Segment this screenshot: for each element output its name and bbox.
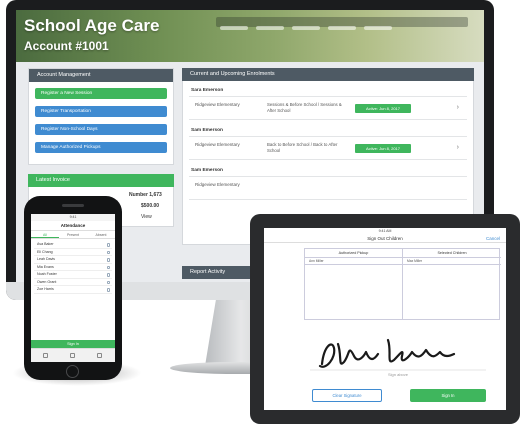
- list-item-label: Leah Davis: [37, 257, 55, 261]
- status-badge: Active: Jun 8, 2017: [355, 144, 411, 153]
- enrolment-row[interactable]: Ridgeview Elementary Back to Before Scho…: [189, 136, 467, 160]
- register-session-button[interactable]: Register a New Session: [35, 88, 167, 99]
- list-item[interactable]: Zoe Harris: [34, 286, 112, 294]
- list-item[interactable]: Eli Chang: [34, 249, 112, 256]
- child-name: Sam Emerson: [191, 128, 223, 133]
- manage-pickups-button[interactable]: Manage Authorized Pickups: [35, 142, 167, 153]
- column-header: Selected Children: [403, 249, 501, 258]
- nav-link[interactable]: [364, 26, 392, 30]
- table-cell[interactable]: Max Miller: [403, 258, 501, 265]
- tab-all[interactable]: All: [31, 231, 59, 238]
- phone-tabs: All Present Absent: [31, 231, 115, 239]
- tablet: 9:41 AM Sign Out Children Cancel Authori…: [250, 214, 520, 424]
- signature-caption: Sign above: [388, 372, 409, 377]
- schedule-text: Sessions & Before School / Sessions & Af…: [267, 102, 342, 113]
- phone-sign-in-button[interactable]: Sign In: [31, 340, 115, 348]
- list-item-label: Mia Evans: [37, 264, 54, 269]
- checkbox-icon[interactable]: [106, 250, 110, 254]
- hero-banner: School Age Care Account #1001: [16, 10, 484, 62]
- tab-absent[interactable]: Absent: [87, 231, 115, 238]
- phone-list: Ava Baker Eli Chang Leah Davis Mia Evans…: [31, 239, 115, 296]
- smartphone: 9:41 Attendance All Present Absent Ava B…: [24, 196, 122, 380]
- list-item[interactable]: Leah Davis: [34, 256, 112, 264]
- column-header: Authorized Pickup: [305, 249, 402, 258]
- checkbox-icon[interactable]: [106, 258, 110, 262]
- phone-status-bar: 9:41: [31, 214, 115, 221]
- chevron-right-icon[interactable]: ›: [457, 144, 459, 151]
- nav-link[interactable]: [328, 26, 356, 30]
- school-name: Ridgeview Elementary: [195, 182, 240, 187]
- checkbox-icon[interactable]: [106, 265, 110, 269]
- list-item[interactable]: Mia Evans: [34, 264, 112, 271]
- chevron-right-icon[interactable]: ›: [457, 104, 459, 111]
- tablet-screen: 9:41 AM Sign Out Children Cancel Authori…: [264, 228, 506, 410]
- enrolment-row[interactable]: Ridgeview Elementary Sessions & Before S…: [189, 96, 467, 120]
- sign-in-button[interactable]: Sign In: [410, 389, 486, 402]
- school-name: Ridgeview Elementary: [195, 142, 240, 147]
- schedule-text: Back to Before School / Back to After Sc…: [267, 142, 338, 153]
- list-item-label: Ava Baker: [37, 242, 54, 246]
- table-cell[interactable]: Ann Miller: [305, 258, 402, 265]
- nav-link[interactable]: [292, 26, 320, 30]
- checkbox-icon[interactable]: [106, 273, 110, 277]
- nav-link[interactable]: [256, 26, 284, 30]
- top-nav-bar: [216, 17, 468, 30]
- phone-title: Attendance: [31, 221, 115, 231]
- account-number: Account #1001: [24, 39, 109, 53]
- enrolments-heading: Current and Upcoming Enrolments: [182, 68, 474, 81]
- signature-stroke: [318, 338, 456, 368]
- tablet-title: Sign Out Children: [367, 236, 403, 241]
- pickup-table: Authorized Pickup Ann Miller Selected Ch…: [304, 248, 501, 320]
- list-item-label: Noah Foster: [37, 272, 57, 276]
- clear-signature-button[interactable]: Clear Signature: [312, 389, 382, 402]
- tablet-nav-bar: Sign Out Children Cancel: [264, 234, 506, 243]
- register-transportation-button[interactable]: Register Transportation: [35, 106, 167, 117]
- list-item-label: Owen Grant: [37, 279, 57, 284]
- phone-speaker: [62, 204, 84, 207]
- phone-screen: 9:41 Attendance All Present Absent Ava B…: [31, 214, 115, 362]
- school-name: Ridgeview Elementary: [195, 102, 240, 107]
- panel-heading: Account Management: [29, 69, 173, 82]
- view-invoice-link[interactable]: View: [141, 214, 152, 220]
- action-list: Register a New Session Register Transpor…: [29, 82, 173, 164]
- tab-present[interactable]: Present: [59, 231, 87, 238]
- account-management-panel: Account Management Register a New Sessio…: [28, 68, 174, 165]
- list-item-label: Eli Chang: [37, 249, 53, 254]
- app-title: School Age Care: [24, 16, 160, 35]
- settings-icon[interactable]: [97, 353, 102, 358]
- nav-link[interactable]: [220, 26, 248, 30]
- list-item[interactable]: Owen Grant: [34, 279, 112, 286]
- calendar-icon[interactable]: [70, 353, 75, 358]
- home-button[interactable]: [66, 365, 79, 378]
- list-item[interactable]: Noah Foster: [34, 271, 112, 279]
- authorized-pickup-column: Authorized Pickup Ann Miller: [305, 249, 403, 319]
- invoice-amount: $500.00: [141, 203, 160, 209]
- status-badge: Active: Jun 8, 2017: [355, 104, 411, 113]
- selected-children-column: Selected Children Max Miller: [403, 249, 501, 319]
- register-non-school-days-button[interactable]: Register Non-School Days: [35, 124, 167, 135]
- list-item-label: Zoe Harris: [37, 287, 54, 291]
- enrolment-row[interactable]: Ridgeview Elementary: [189, 176, 467, 200]
- checkbox-icon[interactable]: [106, 243, 110, 247]
- checkbox-icon[interactable]: [106, 288, 110, 292]
- latest-invoice-heading: Latest Invoice: [28, 174, 174, 187]
- product-showcase: School Age Care Account #1001 Account Ma…: [0, 0, 526, 428]
- child-name: Sara Emerson: [191, 88, 224, 93]
- checkbox-icon[interactable]: [106, 280, 110, 284]
- child-name: Sam Emerson: [191, 168, 223, 173]
- signature-pad[interactable]: Sign above: [308, 326, 488, 378]
- home-icon[interactable]: [43, 353, 48, 358]
- list-item[interactable]: Ava Baker: [34, 241, 112, 249]
- phone-tab-bar: [31, 348, 115, 362]
- cancel-button[interactable]: Cancel: [486, 234, 500, 243]
- invoice-number: Number 1,673: [129, 192, 162, 198]
